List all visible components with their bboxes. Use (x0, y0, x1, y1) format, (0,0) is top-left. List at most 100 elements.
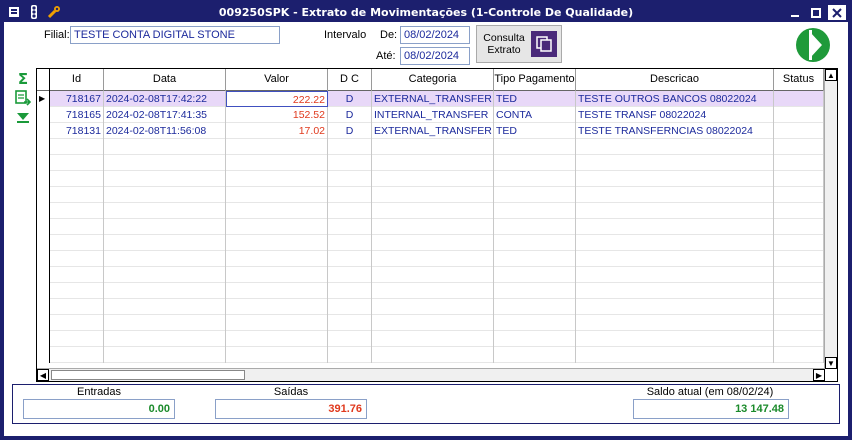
cell-categoria[interactable] (372, 267, 494, 283)
cell-data[interactable]: 2024-02-08T17:41:35 (104, 107, 226, 123)
cell-id[interactable]: 718165 (50, 107, 104, 123)
cell-id[interactable] (50, 347, 104, 363)
cell-dc[interactable] (328, 267, 372, 283)
table-row[interactable] (37, 235, 825, 251)
cell-descricao[interactable]: TESTE TRANSF 08022024 (576, 107, 774, 123)
row-indicator[interactable] (37, 235, 50, 251)
cell-id[interactable]: 718131 (50, 123, 104, 139)
table-row[interactable] (37, 299, 825, 315)
horizontal-scrollbar[interactable]: ◀ ▶ (37, 368, 825, 381)
cell-dc[interactable] (328, 347, 372, 363)
cell-id[interactable] (50, 315, 104, 331)
cell-status[interactable] (774, 187, 824, 203)
cell-valor[interactable] (226, 347, 328, 363)
cell-status[interactable] (774, 299, 824, 315)
table-row[interactable]: 718165 2024-02-08T17:41:35 152.52 D INTERNAL… (37, 107, 825, 123)
cell-descricao[interactable] (576, 171, 774, 187)
row-indicator[interactable] (37, 203, 50, 219)
scroll-up-icon[interactable]: ▲ (825, 69, 837, 81)
cell-status[interactable] (774, 315, 824, 331)
cell-valor[interactable] (226, 219, 328, 235)
cell-categoria[interactable] (372, 155, 494, 171)
cell-tipo-pagamento[interactable]: CONTA (494, 107, 576, 123)
row-indicator[interactable]: ▶ (37, 91, 50, 107)
cell-categoria[interactable] (372, 171, 494, 187)
cell-dc[interactable] (328, 299, 372, 315)
cell-status[interactable] (774, 203, 824, 219)
cell-descricao[interactable] (576, 187, 774, 203)
cell-tipo-pagamento[interactable] (494, 347, 576, 363)
cell-status[interactable] (774, 347, 824, 363)
cell-descricao[interactable] (576, 347, 774, 363)
cell-status[interactable] (774, 155, 824, 171)
cell-tipo-pagamento[interactable] (494, 203, 576, 219)
table-row[interactable] (37, 267, 825, 283)
cell-tipo-pagamento[interactable] (494, 315, 576, 331)
cell-dc[interactable] (328, 187, 372, 203)
cell-status[interactable] (774, 331, 824, 347)
cell-tipo-pagamento[interactable] (494, 219, 576, 235)
cell-valor[interactable] (226, 251, 328, 267)
row-indicator[interactable] (37, 347, 50, 363)
cell-id[interactable] (50, 283, 104, 299)
cell-status[interactable] (774, 283, 824, 299)
row-indicator[interactable] (37, 155, 50, 171)
filial-field[interactable]: TESTE CONTA DIGITAL STONE (70, 26, 280, 44)
cell-status[interactable] (774, 91, 824, 107)
cell-categoria[interactable] (372, 187, 494, 203)
cell-valor[interactable] (226, 315, 328, 331)
cell-id[interactable] (50, 187, 104, 203)
row-indicator[interactable] (37, 299, 50, 315)
cell-categoria[interactable] (372, 139, 494, 155)
cell-id[interactable] (50, 251, 104, 267)
row-indicator[interactable] (37, 187, 50, 203)
cell-descricao[interactable] (576, 235, 774, 251)
row-indicator[interactable] (37, 139, 50, 155)
cell-valor[interactable] (226, 171, 328, 187)
cell-categoria[interactable] (372, 315, 494, 331)
cell-tipo-pagamento[interactable]: TED (494, 123, 576, 139)
cell-data[interactable] (104, 283, 226, 299)
cell-dc[interactable]: D (328, 107, 372, 123)
scroll-left-icon[interactable]: ◀ (37, 369, 49, 381)
col-header-categoria[interactable]: Categoria (372, 69, 494, 91)
cell-id[interactable] (50, 203, 104, 219)
table-row[interactable] (37, 251, 825, 267)
cell-data[interactable]: 2024-02-08T11:56:08 (104, 123, 226, 139)
table-row[interactable] (37, 315, 825, 331)
cell-categoria[interactable] (372, 203, 494, 219)
cell-id[interactable] (50, 235, 104, 251)
col-header-valor[interactable]: Valor (226, 69, 328, 91)
cell-data[interactable]: 2024-02-08T17:42:22 (104, 91, 226, 107)
date-from-field[interactable]: 08/02/2024 (400, 26, 470, 44)
cell-descricao[interactable]: TESTE TRANSFERNCIAS 08022024 (576, 123, 774, 139)
cell-categoria[interactable]: INTERNAL_TRANSFER (372, 107, 494, 123)
maximize-button[interactable] (807, 5, 825, 20)
cell-id[interactable] (50, 219, 104, 235)
cell-id[interactable] (50, 139, 104, 155)
cell-categoria[interactable] (372, 283, 494, 299)
cell-categoria[interactable] (372, 219, 494, 235)
cell-id[interactable] (50, 299, 104, 315)
cell-id[interactable] (50, 155, 104, 171)
cell-dc[interactable] (328, 283, 372, 299)
cell-valor[interactable] (226, 139, 328, 155)
cell-data[interactable] (104, 347, 226, 363)
col-header-dc[interactable]: D C (328, 69, 372, 91)
vertical-scrollbar[interactable]: ▲ ▼ (824, 69, 837, 369)
cell-valor[interactable] (226, 299, 328, 315)
cell-tipo-pagamento[interactable] (494, 171, 576, 187)
cell-data[interactable] (104, 235, 226, 251)
table-row[interactable] (37, 219, 825, 235)
cell-descricao[interactable] (576, 219, 774, 235)
cell-tipo-pagamento[interactable] (494, 139, 576, 155)
cell-data[interactable] (104, 267, 226, 283)
cell-data[interactable] (104, 155, 226, 171)
cell-status[interactable] (774, 235, 824, 251)
cell-categoria[interactable] (372, 251, 494, 267)
cell-data[interactable] (104, 187, 226, 203)
cell-categoria[interactable] (372, 299, 494, 315)
export-icon[interactable] (14, 89, 32, 107)
cell-id[interactable] (50, 331, 104, 347)
cell-dc[interactable] (328, 155, 372, 171)
